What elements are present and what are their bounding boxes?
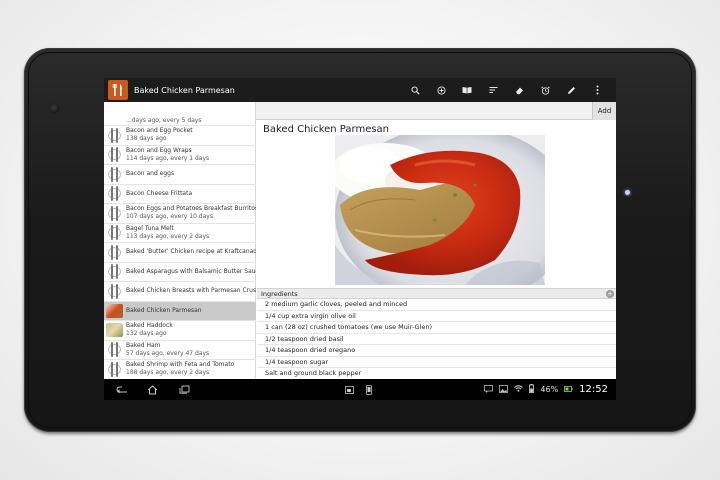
utensil-icon bbox=[106, 224, 123, 241]
ingredient-item: Salt and ground black pepper bbox=[257, 368, 616, 380]
utensil-icon bbox=[106, 361, 123, 378]
recipe-detail: Baked Chicken Parmesan Ingredients + 2 m… bbox=[257, 120, 616, 380]
list-item-sub: 132 days ago bbox=[126, 330, 167, 338]
list-item-title: Bacon Eggs and Potatoes Breakfast Burrit… bbox=[126, 205, 256, 213]
list-item[interactable]: Bacon and Egg Pocket 138 days ago bbox=[104, 126, 256, 146]
list-item-title: Bagel Tuna Melt bbox=[126, 224, 174, 232]
charging-icon bbox=[564, 385, 573, 394]
list-item-sub: 138 days ago bbox=[126, 135, 167, 143]
battery-percent: 46% bbox=[540, 385, 559, 394]
ingredient-item: 1 can (28 oz) crushed tomatoes (we use M… bbox=[257, 322, 616, 334]
fork-knife-icon bbox=[112, 84, 122, 96]
ingredient-item: 2 medium garlic cloves, peeled and mince… bbox=[257, 299, 616, 311]
tablet-screen: Baked Chicken Parmesan Add ...days ago, … bbox=[104, 78, 616, 400]
add-icon[interactable] bbox=[428, 78, 454, 102]
list-item[interactable]: Baked Shrimp with Feta and Tomato 188 day… bbox=[104, 360, 256, 380]
expand-icon[interactable]: + bbox=[606, 290, 614, 298]
alarm-icon[interactable] bbox=[532, 78, 558, 102]
action-bar-actions bbox=[402, 78, 610, 102]
utensil-icon bbox=[106, 244, 123, 261]
image-icon bbox=[499, 384, 509, 395]
utensil-icon bbox=[106, 263, 123, 280]
list-item-title: Baked Asparagus with Balsamic Butter Sau… bbox=[126, 267, 256, 275]
recipe-title: Baked Chicken Parmesan bbox=[263, 124, 390, 135]
overflow-icon[interactable] bbox=[584, 78, 610, 102]
list-item-sub: ...days ago, every 5 days bbox=[126, 117, 202, 124]
screenshot-icon[interactable] bbox=[342, 379, 356, 400]
list-item-sub: 57 days ago, every 47 days bbox=[126, 349, 210, 357]
list-item[interactable]: Bacon Cheese Frittata bbox=[104, 185, 256, 204]
action-bar: Baked Chicken Parmesan bbox=[104, 78, 616, 102]
add-button[interactable]: Add bbox=[592, 102, 616, 120]
utensil-icon bbox=[106, 127, 123, 144]
utensil-icon bbox=[106, 205, 123, 222]
ingredients-header[interactable]: Ingredients + bbox=[257, 288, 616, 299]
list-item-selected[interactable]: Baked Chicken Parmesan bbox=[104, 301, 256, 321]
list-item-title: Baked Ham bbox=[126, 341, 161, 349]
recipe-list[interactable]: ...days ago, every 5 days Bacon and Egg … bbox=[104, 117, 256, 380]
chicken-parmesan-image bbox=[335, 135, 545, 285]
device-icon[interactable] bbox=[362, 379, 376, 400]
list-item[interactable]: Baked 'Butter' Chicken recipe at Kraftca… bbox=[104, 243, 256, 263]
list-item[interactable]: Bacon and Egg Wraps 114 days ago, every 1… bbox=[104, 146, 256, 165]
ingredient-item: 1/4 teaspoon sugar bbox=[257, 357, 616, 368]
list-item[interactable]: Baked Asparagus with Balsamic Butter Sau… bbox=[104, 263, 256, 282]
list-item-title: Bacon and eggs bbox=[126, 170, 175, 178]
list-item-sub: 107 days ago, every 10 days bbox=[126, 213, 213, 221]
system-nav-bar: 46% 12:52 bbox=[104, 379, 616, 400]
battery-icon bbox=[529, 384, 535, 395]
list-item-title: Bacon and Egg Pocket bbox=[126, 127, 193, 135]
recent-apps-icon[interactable] bbox=[174, 379, 194, 400]
edit-icon[interactable] bbox=[558, 78, 584, 102]
utensil-icon bbox=[106, 283, 123, 300]
list-item-title: Baked Chicken Parmesan bbox=[126, 306, 202, 314]
list-item-title: Baked Haddock bbox=[126, 322, 173, 330]
wifi-icon bbox=[514, 385, 524, 394]
chat-icon bbox=[484, 384, 494, 395]
ingredient-item: 1/4 cup extra virgin olive oil bbox=[257, 311, 616, 322]
list-item-title: Baked Chicken Breasts with Parmesan Crus… bbox=[126, 287, 256, 295]
list-item[interactable]: Baked Haddock 132 days ago bbox=[104, 321, 256, 341]
erase-icon[interactable] bbox=[506, 78, 532, 102]
utensil-icon bbox=[106, 146, 123, 163]
home-icon[interactable] bbox=[142, 379, 162, 400]
utensil-icon bbox=[106, 166, 123, 183]
front-camera bbox=[50, 104, 59, 113]
ingredient-item: 1/2 teaspoon dried basil bbox=[257, 334, 616, 345]
ingredients-list: 2 medium garlic cloves, peeled and mince… bbox=[257, 299, 616, 380]
list-item-sub: 188 days ago, every 2 days bbox=[126, 369, 210, 377]
list-item-title: Baked Shrimp with Feta and Tomato bbox=[126, 361, 235, 369]
back-icon[interactable] bbox=[112, 379, 132, 400]
list-item[interactable]: Baked Chicken Breasts with Parmesan Crus… bbox=[104, 282, 256, 302]
list-item-title: Bacon and Egg Wraps bbox=[126, 146, 192, 154]
search-icon[interactable] bbox=[402, 78, 428, 102]
app-icon[interactable] bbox=[108, 80, 128, 100]
book-icon[interactable] bbox=[454, 78, 480, 102]
list-item-sub: 113 days ago, every 2 days bbox=[126, 232, 210, 240]
light-sensor bbox=[625, 190, 630, 195]
recipe-thumbnail bbox=[106, 302, 123, 319]
list-item[interactable]: Bacon and eggs bbox=[104, 165, 256, 185]
recipe-photo[interactable] bbox=[335, 135, 545, 285]
list-item[interactable]: Baked Ham 57 days ago, every 47 days bbox=[104, 341, 256, 360]
list-item[interactable]: Bagel Tuna Melt 113 days ago, every 2 day… bbox=[104, 224, 256, 243]
utensil-icon bbox=[106, 341, 123, 358]
action-bar-title: Baked Chicken Parmesan bbox=[134, 85, 235, 95]
list-item-title: Bacon Cheese Frittata bbox=[126, 189, 193, 197]
ingredients-title: Ingredients bbox=[261, 290, 298, 298]
list-item-title: Baked 'Butter' Chicken recipe at Kraftca… bbox=[126, 248, 256, 256]
sort-icon[interactable] bbox=[480, 78, 506, 102]
ingredient-item: 1/4 teaspoon dried oregano bbox=[257, 345, 616, 357]
clock: 12:52 bbox=[579, 384, 608, 395]
recipe-thumbnail bbox=[106, 322, 123, 339]
list-item-sub: 114 days ago, every 1 days bbox=[126, 154, 210, 162]
status-area[interactable]: 46% 12:52 bbox=[484, 379, 608, 400]
list-item[interactable]: Bacon Eggs and Potatoes Breakfast Burrit… bbox=[104, 204, 256, 224]
utensil-icon bbox=[106, 185, 123, 202]
